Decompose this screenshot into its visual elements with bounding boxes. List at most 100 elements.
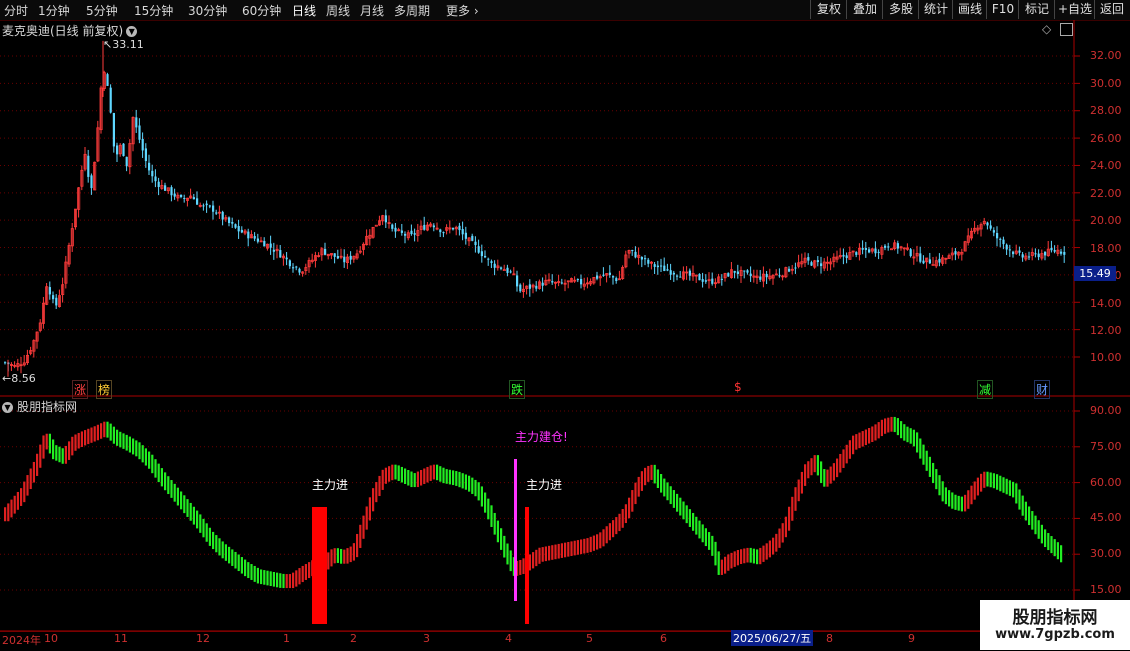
high-price-label: ↖33.11 bbox=[103, 38, 144, 51]
chevron-down-icon[interactable]: ▼ bbox=[2, 402, 13, 413]
candle-body bbox=[647, 259, 650, 264]
candle bbox=[822, 258, 826, 272]
candle-body bbox=[931, 264, 935, 266]
candle bbox=[723, 272, 727, 282]
candle bbox=[666, 263, 669, 272]
candle-body bbox=[413, 233, 416, 235]
candle bbox=[912, 249, 916, 265]
indicator-bar bbox=[887, 417, 890, 433]
indicator-bar bbox=[407, 470, 410, 486]
indicator-bar bbox=[452, 470, 455, 486]
indicator-bar bbox=[36, 453, 39, 476]
indicator-bar bbox=[554, 544, 557, 560]
chevron-down-icon[interactable]: ▼ bbox=[126, 26, 138, 37]
candle bbox=[93, 161, 97, 191]
candle-body bbox=[439, 229, 442, 233]
candle-body bbox=[151, 170, 154, 177]
candle bbox=[487, 257, 490, 266]
candle bbox=[52, 291, 55, 304]
rank-badge[interactable]: 榜 bbox=[96, 380, 113, 399]
candle-body bbox=[1028, 256, 1031, 258]
candle-body bbox=[384, 215, 387, 223]
candle-body bbox=[928, 259, 931, 264]
candle bbox=[714, 278, 718, 288]
date-label: 9 bbox=[908, 632, 915, 645]
low-price-label: ←8.56 bbox=[2, 372, 36, 385]
candle bbox=[329, 253, 333, 260]
indicator-bar bbox=[228, 546, 231, 564]
date-label: 2 bbox=[350, 632, 357, 645]
indicator-bar bbox=[957, 495, 960, 511]
indicator-bar bbox=[823, 469, 826, 487]
dividend-badge[interactable]: $ bbox=[733, 380, 743, 394]
candle bbox=[13, 361, 17, 369]
candle bbox=[425, 221, 429, 232]
indicator-bar bbox=[586, 538, 589, 553]
indicator-bar bbox=[528, 554, 531, 571]
indicator-bar bbox=[141, 445, 144, 463]
candle-body bbox=[279, 250, 282, 258]
candle bbox=[320, 247, 324, 261]
candle bbox=[394, 223, 397, 238]
kline-chart[interactable] bbox=[0, 0, 1130, 650]
candle bbox=[301, 271, 305, 277]
indicator-bar bbox=[538, 547, 541, 564]
chart-title[interactable]: 麦克奥迪(日线 前复权) ▼ bbox=[2, 22, 138, 39]
indicator-bar bbox=[1044, 529, 1047, 548]
indicator-bar bbox=[71, 436, 74, 456]
candle bbox=[727, 272, 730, 277]
candle bbox=[531, 283, 535, 294]
candle-body bbox=[669, 270, 672, 275]
indicator-bar bbox=[234, 551, 237, 569]
indicator-bar bbox=[157, 463, 160, 483]
candle bbox=[368, 229, 372, 246]
candle-body bbox=[1018, 250, 1021, 253]
candle bbox=[771, 274, 775, 285]
candle-body bbox=[154, 176, 157, 182]
indicator-bar bbox=[826, 469, 829, 487]
diamond-icon[interactable]: ◇ bbox=[1042, 22, 1051, 36]
indicator-bar bbox=[871, 426, 874, 443]
candle-body bbox=[765, 273, 768, 278]
drop-badge[interactable]: 跌 bbox=[509, 380, 526, 399]
candle bbox=[256, 233, 259, 244]
candle bbox=[790, 264, 794, 275]
candle bbox=[902, 247, 906, 256]
candle bbox=[102, 70, 106, 91]
indicator-bar bbox=[93, 426, 96, 442]
candle-body bbox=[845, 255, 848, 259]
candle-body bbox=[608, 272, 611, 275]
candle bbox=[25, 349, 29, 365]
signal-label: 主力进 bbox=[312, 478, 349, 492]
indicator-bar bbox=[285, 574, 288, 589]
candle bbox=[820, 256, 823, 274]
indicator-bar bbox=[954, 494, 957, 510]
candle bbox=[148, 154, 151, 175]
limit-up-badge[interactable]: 涨 bbox=[72, 380, 89, 399]
candle bbox=[944, 257, 948, 265]
indicator-bar bbox=[650, 464, 653, 480]
indicator-bar bbox=[260, 569, 263, 585]
indicator-bar bbox=[416, 471, 419, 488]
indicator-bar bbox=[100, 423, 103, 439]
candle bbox=[586, 277, 590, 289]
candle-body bbox=[180, 194, 183, 197]
indicator-bar bbox=[487, 498, 490, 520]
indicator-bar bbox=[253, 565, 256, 582]
candle-body bbox=[247, 231, 250, 239]
candle bbox=[16, 358, 20, 371]
indicator-bar bbox=[378, 475, 381, 497]
indicator-title[interactable]: ▼ 股朋指标网 bbox=[2, 398, 77, 415]
candle-body bbox=[192, 197, 195, 200]
indicator-bar bbox=[362, 515, 365, 539]
candle-body bbox=[391, 224, 394, 229]
reduce-badge[interactable]: 减 bbox=[977, 380, 994, 399]
indicator-bar bbox=[544, 546, 547, 562]
candle bbox=[116, 142, 119, 163]
panel-toggle-icon[interactable] bbox=[1060, 23, 1073, 36]
indicator-bar bbox=[474, 479, 477, 497]
indicator-bar bbox=[698, 520, 701, 539]
indicator-bar bbox=[1008, 480, 1011, 496]
indicator-bar bbox=[151, 454, 154, 474]
finance-badge[interactable]: 财 bbox=[1034, 380, 1051, 399]
